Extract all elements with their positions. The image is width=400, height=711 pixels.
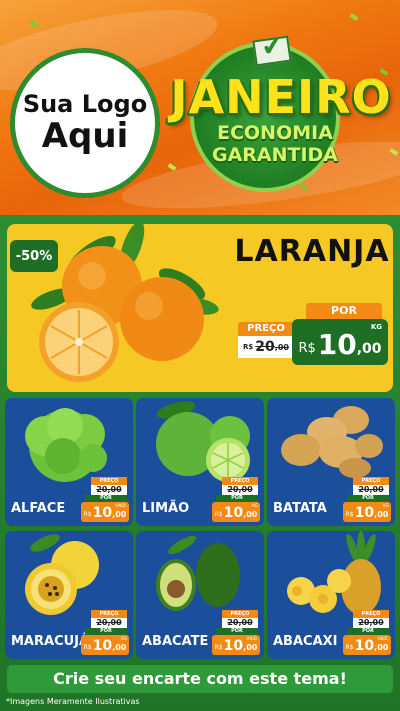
pineapple-image — [287, 531, 381, 615]
price-whole: 10 — [92, 505, 113, 521]
product-name: ABACATE — [142, 634, 209, 649]
logo-text-line1: Sua Logo — [22, 90, 148, 119]
preco-label: PREÇO — [222, 477, 258, 485]
preco-label: PREÇO — [353, 477, 389, 485]
por-label: POR — [85, 628, 127, 635]
confetti — [349, 13, 359, 21]
campaign-title: JANEIRO — [170, 70, 392, 124]
old-price: 20,00 — [353, 485, 389, 495]
new-price-whole: 10 — [317, 328, 357, 361]
old-price: R$ 20 ,00 — [238, 336, 294, 358]
checkbox-icon: ✔ — [252, 31, 292, 67]
por-label: POR — [347, 495, 389, 502]
potato-image — [281, 406, 383, 478]
old-price: 20,00 — [91, 485, 127, 495]
avocado-image — [156, 535, 240, 611]
disclaimer-text: *Imagens Meramente Ilustrativas — [6, 697, 140, 706]
price-unit: KG — [252, 503, 258, 508]
price-unit: UNID. — [115, 503, 127, 508]
new-price: KG R$ 10 ,00 — [292, 319, 388, 365]
price-currency: R$ — [345, 644, 354, 651]
preco-label: PREÇO — [91, 477, 127, 485]
old-price: 20,00 — [91, 618, 127, 628]
cta-banner[interactable]: Crie seu encarte com este tema! — [7, 665, 393, 693]
product-name: MARACUJÁ — [11, 634, 90, 649]
price-cents: ,00 — [243, 643, 258, 652]
old-price-whole: 20 — [255, 339, 275, 355]
product-card-batata[interactable]: BATATA PREÇO 20,00 POR KG R$ 10 ,00 — [267, 398, 395, 526]
old-price: 20,00 — [222, 485, 258, 495]
product-card-abacaxi[interactable]: ABACAXI PREÇO 20,00 POR UNID. R$ 10 ,00 — [267, 531, 395, 659]
price-unit: KG — [370, 323, 382, 331]
lettuce-image — [25, 408, 107, 482]
confetti — [29, 20, 39, 28]
logo-text-line2: Aqui — [41, 115, 129, 156]
price-whole: 10 — [223, 505, 244, 521]
por-label: POR — [85, 495, 127, 502]
new-price: UNID. R$ 10 ,00 — [212, 635, 260, 655]
price-unit: KG — [383, 503, 389, 508]
new-price-currency: R$ — [298, 341, 316, 356]
price-currency: R$ — [214, 511, 223, 518]
product-card-alface[interactable]: ALFACE PREÇO 20,00 POR UNID. R$ 10 ,00 — [5, 398, 133, 526]
new-price: UNID. R$ 10 ,00 — [81, 502, 129, 522]
product-card-maracuja[interactable]: MARACUJÁ PREÇO 20,00 POR KG R$ 10 ,00 — [5, 531, 133, 659]
new-price: UNID. R$ 10 ,00 — [343, 635, 391, 655]
discount-badge: -50% — [10, 240, 58, 272]
price-currency: R$ — [83, 644, 92, 651]
product-card-abacate[interactable]: ABACATE PREÇO 20,00 POR UNID. R$ 10 ,00 — [136, 531, 264, 659]
product-name: BATATA — [273, 501, 327, 516]
product-card-limao[interactable]: LIMÃO PREÇO 20,00 POR KG R$ 10 ,00 — [136, 398, 264, 526]
old-price-currency: R$ — [243, 343, 254, 351]
new-price: KG R$ 10 ,00 — [81, 635, 129, 655]
preco-label: PREÇO — [238, 322, 294, 336]
campaign-subtitle-line2: GARANTIDA — [211, 144, 339, 166]
product-name: LIMÃO — [142, 501, 190, 516]
passion-fruit-image — [25, 534, 99, 615]
por-label: POR — [347, 628, 389, 635]
price-currency: R$ — [345, 511, 354, 518]
old-price-cents: ,00 — [274, 342, 289, 352]
logo-placeholder[interactable]: Sua Logo Aqui — [10, 48, 160, 198]
price-cents: ,00 — [112, 643, 127, 652]
product-name: ABACAXI — [273, 634, 338, 649]
price-whole: 10 — [354, 638, 375, 654]
price-unit: UNID. — [377, 636, 389, 641]
price-unit: KG — [121, 636, 127, 641]
featured-product-name: LARANJA — [234, 234, 390, 269]
price-cents: ,00 — [374, 643, 389, 652]
new-price-cents: ,00 — [356, 341, 382, 357]
old-price: 20,00 — [222, 618, 258, 628]
price-whole: 10 — [92, 638, 113, 654]
campaign-subtitle-line1: ECONOMIA — [217, 122, 333, 144]
price-unit: UNID. — [246, 636, 258, 641]
lime-image — [156, 401, 250, 482]
new-price: KG R$ 10 ,00 — [343, 502, 391, 522]
por-label: POR — [216, 495, 258, 502]
preco-label: PREÇO — [353, 610, 389, 618]
price-cents: ,00 — [243, 510, 258, 519]
old-price: 20,00 — [353, 618, 389, 628]
preco-label: PREÇO — [91, 610, 127, 618]
preco-label: PREÇO — [222, 610, 258, 618]
price-whole: 10 — [354, 505, 375, 521]
por-label: POR — [216, 628, 258, 635]
price-currency: R$ — [83, 511, 92, 518]
price-cents: ,00 — [374, 510, 389, 519]
new-price: KG R$ 10 ,00 — [212, 502, 260, 522]
product-name: ALFACE — [11, 501, 66, 516]
price-whole: 10 — [223, 638, 244, 654]
price-currency: R$ — [214, 644, 223, 651]
price-cents: ,00 — [112, 510, 127, 519]
por-label: POR — [306, 303, 382, 319]
